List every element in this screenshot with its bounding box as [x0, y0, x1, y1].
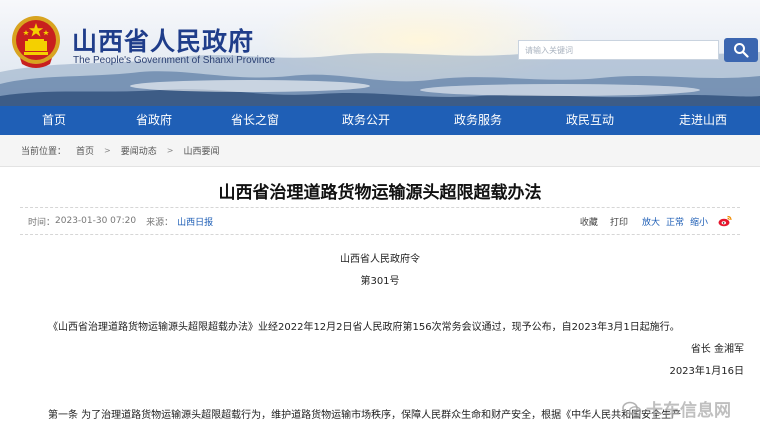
nav-item-government-services[interactable]: 政务服务: [422, 106, 534, 135]
site-title[interactable]: 山西省人民政府: [72, 22, 254, 58]
breadcrumb-item-shanxi-news[interactable]: 山西要闻: [183, 144, 219, 157]
nav-item-government-affairs[interactable]: 政务公开: [310, 106, 422, 135]
order-issuer: 山西省人民政府令: [340, 254, 420, 265]
publish-time: 2023-01-30 07:20: [55, 216, 137, 226]
order-number: 第301号: [360, 276, 400, 287]
breadcrumb: 当前位置： 首页 > 要闻动态 > 山西要闻: [0, 135, 760, 167]
header-banner: 山西省人民政府 The People's Government of Shanx…: [0, 0, 760, 106]
national-emblem-icon: [12, 16, 60, 68]
article-tools: 收藏 打印 放大 正常 缩小: [568, 215, 732, 228]
article-meta-bar: 时间： 2023-01-30 07:20 来源： 山西日报 收藏 打印 放大 正…: [20, 207, 740, 235]
weibo-share-icon[interactable]: [718, 215, 732, 227]
print-button[interactable]: 打印: [610, 215, 628, 228]
site-subtitle: The People's Government of Shanxi Provin…: [73, 55, 276, 66]
watermark: 卡车信息网: [622, 396, 731, 421]
time-label: 时间：: [28, 217, 56, 228]
breadcrumb-separator: >: [166, 146, 174, 155]
search-icon: [734, 43, 749, 58]
intro-paragraph: 《山西省治理道路货物运输源头超限超载办法》业经2022年12月2日省人民政府第1…: [48, 322, 680, 333]
main-nav: 首页 省政府 省长之窗 政务公开 政务服务 政民互动 走进山西: [0, 106, 760, 135]
breadcrumb-separator: >: [104, 146, 111, 155]
first-article-paragraph: 第一条 为了治理道路货物运输源头超限超载行为，维护道路货物运输市场秩序，保障人民…: [48, 410, 682, 421]
breadcrumb-prefix: 当前位置：: [21, 147, 67, 157]
zoom-in-button[interactable]: 放大: [642, 215, 660, 228]
zoom-out-button[interactable]: 缩小: [690, 215, 708, 228]
article-title: 山西省治理道路货物运输源头超限超载办法: [218, 183, 542, 203]
watermark-text: 卡车信息网: [646, 401, 731, 421]
wechat-icon: [622, 401, 642, 416]
normal-size-button[interactable]: 正常: [666, 215, 684, 228]
nav-item-about-shanxi[interactable]: 走进山西: [646, 106, 760, 135]
nav-item-home[interactable]: 首页: [0, 106, 108, 135]
breadcrumb-item-home[interactable]: 首页: [76, 144, 94, 157]
publish-date: 2023年1月16日: [669, 366, 744, 377]
source-label: 来源：: [146, 217, 174, 228]
favorite-button[interactable]: 收藏: [580, 215, 598, 228]
breadcrumb-item-news[interactable]: 要闻动态: [121, 144, 157, 157]
source-link[interactable]: 山西日报: [177, 215, 213, 228]
signature: 省长 金湘军: [690, 344, 744, 355]
search-button[interactable]: [724, 38, 758, 62]
nav-item-provincial-government[interactable]: 省政府: [108, 106, 200, 135]
nav-item-public-interaction[interactable]: 政民互动: [534, 106, 646, 135]
search-input[interactable]: 请输入关键词: [518, 40, 719, 60]
nav-item-governor-window[interactable]: 省长之窗: [200, 106, 310, 135]
